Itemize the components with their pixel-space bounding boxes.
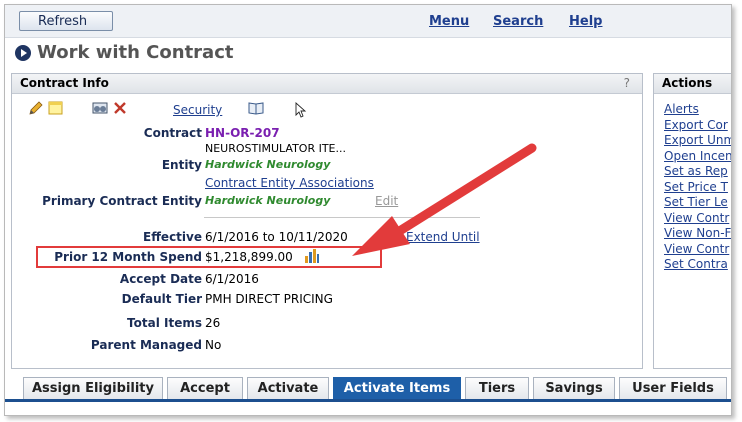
total-items-row: Total Items (12, 316, 202, 332)
contract-entity-associations-link[interactable]: Contract Entity Associations (205, 176, 374, 190)
tab-tiers[interactable]: Tiers (465, 377, 529, 399)
search-link[interactable]: Search (493, 14, 543, 29)
actions-header: Actions (654, 74, 731, 94)
content-strip (5, 402, 731, 415)
action-item[interactable]: View Contr (664, 242, 731, 258)
action-item[interactable]: Alerts (664, 102, 731, 118)
page-title-icon (15, 45, 31, 61)
refresh-button[interactable]: Refresh (19, 11, 113, 31)
entity-value: Hardwick Neurology (205, 158, 331, 171)
accept-label: Accept Date (119, 272, 202, 286)
edit-link[interactable]: Edit (375, 194, 398, 208)
app-window: Refresh Menu Search Help Work with Contr… (4, 4, 732, 416)
tab-accept[interactable]: Accept (167, 377, 243, 399)
security-link[interactable]: Security (173, 103, 222, 117)
action-item[interactable]: Open Incen (664, 149, 731, 165)
action-item[interactable]: View Non-F (664, 226, 731, 242)
actions-panel: Actions Alerts Export Cor Export Unm Ope… (653, 73, 731, 369)
tier-row: Default Tier (12, 292, 202, 308)
tier-label: Default Tier (121, 292, 202, 306)
tab-assign-eligibility[interactable]: Assign Eligibility (23, 377, 163, 399)
binoculars-icon[interactable] (92, 100, 108, 116)
contract-description: NEUROSTIMULATOR ITE... (205, 142, 346, 155)
spend-highlight-box (36, 246, 382, 268)
parent-managed-row: Parent Managed (12, 338, 202, 354)
contract-info-title: Contract Info (20, 76, 109, 90)
extend-until-link[interactable]: Extend Until (406, 230, 480, 244)
action-item[interactable]: Set Price T (664, 180, 731, 196)
primary-entity-row: Primary Contract Entity (12, 194, 202, 210)
top-toolbar: Refresh Menu Search Help (5, 5, 731, 38)
total-items-value: 26 (205, 316, 221, 330)
contract-info-header: Contract Info ? (12, 74, 642, 94)
action-item[interactable]: Set Tier Le (664, 195, 731, 211)
delete-icon[interactable] (112, 100, 128, 116)
entity-label: Entity (161, 158, 202, 172)
page-title: Work with Contract (37, 42, 234, 63)
actions-list: Alerts Export Cor Export Unm Open Incen … (664, 102, 731, 273)
tab-user-fields[interactable]: User Fields (619, 377, 727, 399)
action-item[interactable]: Set as Rep (664, 164, 731, 180)
tab-savings[interactable]: Savings (533, 377, 615, 399)
divider (204, 217, 480, 218)
book-icon[interactable] (248, 100, 264, 116)
action-item[interactable]: Export Unm (664, 133, 731, 149)
tab-bar: Assign Eligibility Accept Activate Activ… (5, 377, 731, 402)
tier-value: PMH DIRECT PRICING (205, 292, 333, 306)
action-item[interactable]: View Contr (664, 211, 731, 227)
contract-row: Contract (12, 126, 202, 142)
total-items-label: Total Items (127, 316, 202, 330)
action-item[interactable]: Export Cor (664, 118, 731, 134)
accept-value: 6/1/2016 (205, 272, 259, 286)
primary-entity-label: Primary Contract Entity (42, 194, 202, 208)
contract-info-panel: Contract Info ? Security Contract HN-OR-… (11, 73, 643, 369)
effective-value: 6/1/2016 to 10/11/2020 (205, 230, 348, 244)
parent-managed-label: Parent Managed (90, 338, 202, 352)
help-icon[interactable]: ? (624, 74, 630, 93)
tab-activate[interactable]: Activate (247, 377, 329, 399)
tab-activate-items[interactable]: Activate Items (333, 377, 461, 399)
help-link[interactable]: Help (569, 14, 602, 29)
pencil-icon[interactable] (28, 100, 44, 116)
primary-entity-value: Hardwick Neurology (205, 194, 331, 207)
contract-id: HN-OR-207 (205, 126, 280, 140)
mouse-cursor-icon (295, 102, 307, 118)
contract-label: Contract (143, 126, 202, 140)
accept-row: Accept Date (12, 272, 202, 288)
parent-managed-value: No (205, 338, 222, 352)
note-icon[interactable] (48, 100, 64, 116)
entity-row: Entity (12, 158, 202, 174)
effective-label: Effective (143, 230, 202, 244)
action-item[interactable]: Set Contra (664, 257, 731, 273)
effective-row: Effective (12, 230, 202, 246)
menu-link[interactable]: Menu (429, 14, 469, 29)
